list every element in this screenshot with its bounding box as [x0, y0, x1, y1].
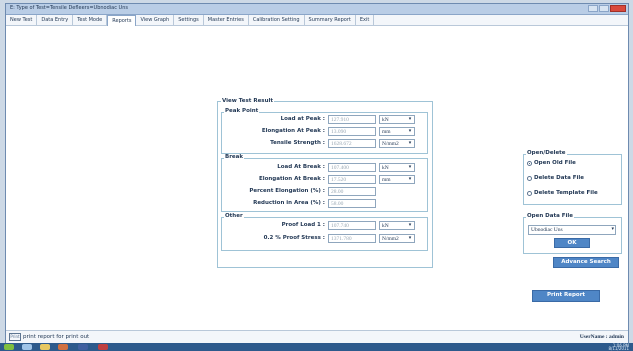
tensile-strength-label: Tensile Strength : [270, 140, 325, 146]
delete-template-file-label: Delete Template File [534, 190, 598, 196]
elongation-at-break-value: 17.520 [328, 175, 376, 184]
window-title: E: Type of Test=Tensile Defleers=Ubnodia… [10, 5, 128, 11]
print-report-button[interactable]: Print Report [532, 290, 600, 302]
chevron-down-icon: ▾ [408, 236, 412, 241]
proof-load-unit-select[interactable]: kN ▾ [379, 221, 415, 230]
elongation-at-peak-value: 13.090 [328, 127, 376, 136]
elongation-at-break-unit-select[interactable]: mm ▾ [379, 175, 415, 184]
chevron-down-icon: ▾ [408, 177, 412, 182]
chevron-down-icon: ▾ [408, 223, 412, 228]
elongation-at-peak-label: Elongation At Peak : [261, 128, 325, 134]
unit-label: N/mm2 [382, 236, 399, 242]
taskbar: 1:06 PM 8/11/2011 [0, 343, 633, 351]
menu-bar: New Test Data Entry Test Mode Reports Vi… [6, 15, 628, 26]
minimize-button[interactable] [588, 5, 598, 12]
unit-label: kN [382, 165, 389, 171]
user-name: UserName : admin [579, 334, 624, 340]
elongation-at-peak-unit-select[interactable]: mm ▾ [379, 127, 415, 136]
system-tray-clock[interactable]: 1:06 PM 8/11/2011 [608, 344, 629, 351]
app-icon[interactable] [98, 344, 108, 350]
data-file-select[interactable]: Ubnodiac Uns ▾ [528, 225, 616, 235]
other-legend: Other [224, 213, 244, 219]
close-button[interactable] [610, 5, 626, 12]
percent-elongation-label: Percent Elongation (%) : [249, 188, 325, 194]
tensile-strength-value: 1628.672 [328, 139, 376, 148]
load-at-peak-label: Load at Peak : [280, 116, 325, 122]
unit-label: mm [382, 177, 391, 183]
reduction-in-area-value: 58.00 [328, 199, 376, 208]
window-controls [588, 5, 626, 12]
radio-unselected-icon [527, 190, 532, 196]
status-text: print report for print out [23, 334, 90, 340]
chevron-down-icon: ▾ [408, 165, 412, 170]
tab-summary-report[interactable]: Summary Report [305, 15, 356, 25]
ok-button[interactable]: OK [554, 238, 590, 248]
unit-label: kN [382, 117, 389, 123]
unit-label: kN [382, 223, 389, 229]
proof-stress-value: 1371.780 [328, 234, 376, 243]
chevron-down-icon: ▾ [611, 227, 614, 232]
tab-exit[interactable]: Exit [356, 15, 375, 25]
tab-test-mode[interactable]: Test Mode [73, 15, 108, 25]
load-at-break-value: 107.400 [328, 163, 376, 172]
status-bar: Print print report for print out UserNam… [6, 330, 628, 344]
delete-template-file-radio[interactable]: Delete Template File [527, 190, 598, 196]
media-icon[interactable] [58, 344, 68, 350]
start-icon[interactable] [4, 344, 14, 350]
folder-icon[interactable] [40, 344, 50, 350]
delete-data-file-radio[interactable]: Delete Data File [527, 175, 584, 181]
proof-stress-label: 0.2 % Proof Stress : [263, 235, 325, 241]
tab-settings[interactable]: Settings [174, 15, 204, 25]
percent-elongation-value: 28.00 [328, 187, 376, 196]
clock-date: 8/11/2011 [608, 346, 629, 351]
load-at-peak-value: 127.910 [328, 115, 376, 124]
ie-icon[interactable] [22, 344, 32, 350]
open-old-file-radio[interactable]: Open Old File [527, 160, 576, 166]
tab-reports[interactable]: Reports [107, 15, 137, 26]
view-test-result-legend: View Test Result [221, 98, 275, 104]
proof-load-label: Proof Load 1 : [281, 222, 325, 228]
reduction-in-area-label: Reduction in Area (%) : [253, 200, 325, 206]
tab-new-test[interactable]: New Test [6, 15, 38, 25]
unit-label: N/mm2 [382, 141, 399, 147]
maximize-button[interactable] [599, 5, 609, 12]
load-at-peak-unit-select[interactable]: kN ▾ [379, 115, 415, 124]
open-old-file-label: Open Old File [534, 160, 576, 166]
tab-view-graph[interactable]: View Graph [136, 15, 175, 25]
break-legend: Break [224, 154, 245, 160]
delete-data-file-label: Delete Data File [534, 175, 584, 181]
peak-point-legend: Peak Point [224, 108, 260, 114]
proof-load-value: 107.740 [328, 221, 376, 230]
chevron-down-icon: ▾ [408, 141, 412, 146]
title-bar: E: Type of Test=Tensile Defleers=Ubnodia… [6, 4, 628, 15]
elongation-at-break-label: Elongation At Break : [258, 176, 325, 182]
tab-master-entries[interactable]: Master Entries [204, 15, 249, 25]
proof-stress-unit-select[interactable]: N/mm2 ▾ [379, 234, 415, 243]
status-message: Print print report for print out [9, 333, 89, 341]
load-at-break-label: Load At Break : [277, 164, 325, 170]
chevron-down-icon: ▾ [408, 129, 412, 134]
open-delete-legend: Open/Delete [526, 150, 567, 156]
open-data-file-legend: Open Data File [526, 213, 574, 219]
chrome-icon[interactable] [78, 344, 88, 350]
print-status-icon: Print [9, 333, 21, 341]
radio-unselected-icon [527, 175, 532, 181]
radio-selected-icon [527, 160, 532, 166]
tab-calibration-setting[interactable]: Calibration Setting [249, 15, 305, 25]
tab-data-entry[interactable]: Data Entry [37, 15, 74, 25]
advance-search-button[interactable]: Advance Search [553, 257, 619, 268]
tensile-strength-unit-select[interactable]: N/mm2 ▾ [379, 139, 415, 148]
open-data-file-group [523, 217, 622, 254]
app-window: E: Type of Test=Tensile Defleers=Ubnodia… [5, 3, 629, 345]
unit-label: mm [382, 129, 391, 135]
chevron-down-icon: ▾ [408, 117, 412, 122]
load-at-break-unit-select[interactable]: kN ▾ [379, 163, 415, 172]
data-file-select-value: Ubnodiac Uns [531, 227, 563, 233]
